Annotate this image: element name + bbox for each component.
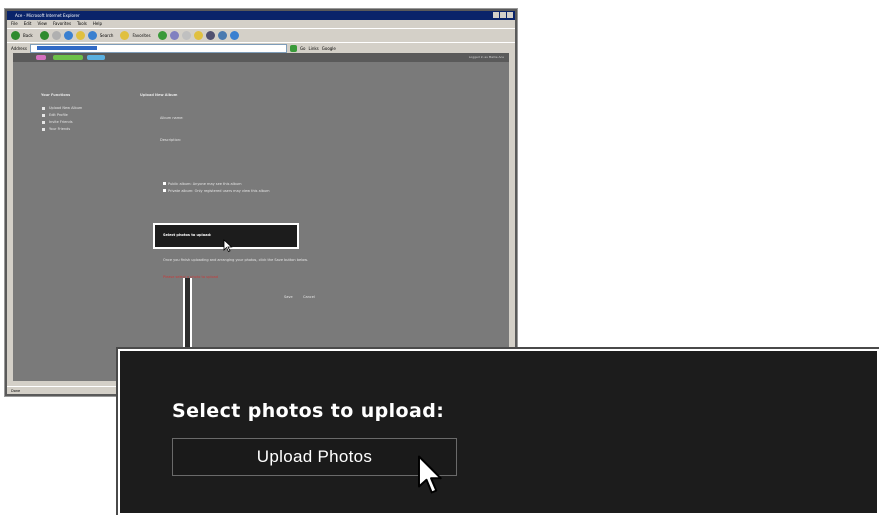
site-nav: Logged in as Mellie Ace (13, 53, 509, 62)
back-icon[interactable] (11, 31, 20, 40)
select-photos-label-small: Select photos to upload: (163, 233, 212, 237)
close-button[interactable] (507, 12, 513, 18)
callout-connector (183, 278, 192, 352)
favorites-label[interactable]: Favorites (132, 33, 150, 38)
public-option-label: Public album: Anyone may see this album (168, 182, 242, 186)
window-controls (493, 12, 513, 18)
menu-edit[interactable]: Edit (24, 20, 32, 28)
private-radio[interactable] (163, 189, 166, 192)
description-label: Description: (160, 138, 182, 142)
zoom-callout: Select photos to upload: Upload Photos (116, 347, 879, 515)
mail-icon[interactable] (181, 31, 191, 40)
forward-icon[interactable] (39, 31, 49, 40)
menu-view[interactable]: View (37, 20, 47, 28)
search-label[interactable]: Search (100, 33, 114, 38)
folder-icon[interactable] (193, 31, 203, 40)
upload-album-icon (42, 107, 45, 110)
help-text: Once you finish uploading and arranging … (163, 258, 308, 262)
home-icon[interactable] (75, 31, 85, 40)
links-button[interactable]: Links (308, 46, 318, 51)
upload-photos-button[interactable]: Upload Photos (172, 438, 457, 476)
address-input[interactable] (29, 43, 287, 53)
menu-favorites[interactable]: Favorites (53, 20, 71, 28)
sidebar-item-profile[interactable]: Edit Profile (49, 113, 68, 117)
sidebar-item-invite[interactable]: Invite Friends (49, 120, 73, 124)
address-bar: Address Go Links Google (7, 42, 515, 53)
album-name-label: Album name: (160, 116, 184, 120)
go-button[interactable]: Go (300, 46, 306, 51)
edit-icon[interactable] (217, 31, 227, 40)
private-option-label: Private album: Only registered users may… (168, 189, 270, 193)
google-toolbar[interactable]: Google (322, 46, 336, 51)
sidebar-item-upload[interactable]: Upload New Album (49, 106, 82, 110)
search-icon[interactable] (87, 31, 97, 40)
back-label[interactable]: Back (23, 33, 33, 38)
cancel-link[interactable]: Cancel (303, 295, 315, 299)
save-link[interactable]: Save (284, 295, 293, 299)
signed-in-text: Logged in as Mellie Ace (468, 55, 504, 59)
history-icon[interactable] (169, 31, 179, 40)
print-icon[interactable] (205, 31, 215, 40)
browser-toolbar: Back Search Favorites (7, 28, 515, 42)
sidebar-item-friends[interactable]: Your Friends (49, 127, 70, 131)
address-label: Address (11, 45, 27, 51)
stop-icon[interactable] (51, 31, 61, 40)
minimize-button[interactable] (493, 12, 499, 18)
select-photos-label: Select photos to upload: (172, 400, 445, 422)
invite-icon (42, 121, 45, 124)
friends-icon (42, 128, 45, 131)
form-title: Upload New Album (140, 93, 178, 97)
tab-edit-albums[interactable] (53, 55, 83, 60)
edit-profile-icon (42, 114, 45, 117)
menu-tools[interactable]: Tools (77, 20, 87, 28)
menu-bar: File Edit View Favorites Tools Help (7, 20, 515, 28)
cursor-icon (418, 455, 442, 494)
page-content: Logged in as Mellie Ace Your Functions U… (13, 53, 509, 381)
media-icon[interactable] (157, 31, 167, 40)
tab-home[interactable] (36, 55, 46, 60)
refresh-icon[interactable] (63, 31, 73, 40)
browser-window: Ace - Microsoft Internet Explorer File E… (4, 8, 518, 397)
window-title: Ace - Microsoft Internet Explorer (15, 13, 80, 18)
menu-help[interactable]: Help (93, 20, 102, 28)
title-bar: Ace - Microsoft Internet Explorer (7, 11, 515, 20)
go-icon[interactable] (289, 44, 297, 52)
maximize-button[interactable] (500, 12, 506, 18)
favorites-icon[interactable] (120, 31, 130, 40)
menu-file[interactable]: File (11, 20, 18, 28)
sidebar-title: Your Functions (41, 93, 71, 97)
tab-logout[interactable] (87, 55, 105, 60)
cursor-icon-small (223, 239, 233, 253)
messenger-icon[interactable] (229, 31, 239, 40)
public-radio[interactable] (163, 182, 166, 185)
